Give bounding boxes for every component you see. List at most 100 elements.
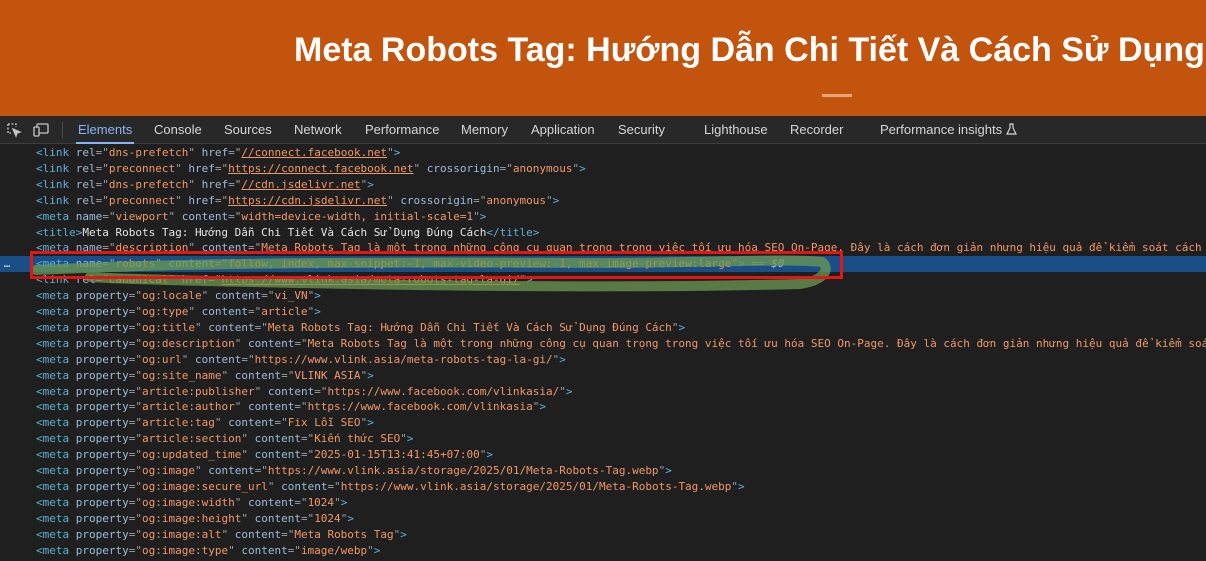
code-token: rel (75, 193, 96, 207)
code-token: " (546, 193, 553, 207)
code-token: <meta (36, 511, 76, 525)
code-token: <meta (36, 416, 76, 430)
code-token: =" (214, 161, 229, 175)
code-token: Meta Robots Tag: Hướng Dẫn Chi Tiết Và C… (82, 225, 487, 239)
code-token: =" (128, 336, 142, 350)
code-token: image/webp (300, 543, 368, 557)
code-token: Meta Robots Tag: Hướng Dẫn Chi Tiết Và C… (267, 320, 672, 334)
highlight-box (30, 251, 843, 279)
code-token: content (234, 368, 282, 382)
more-options-icon[interactable]: … (0, 256, 14, 272)
code-token: property (75, 336, 129, 350)
inspect-element-icon[interactable] (6, 122, 22, 138)
devtools-toolbar: Elements Console Sources Network Perform… (0, 116, 1206, 144)
code-token: =" (254, 464, 268, 477)
tab-lighthouse[interactable]: Lighthouse (704, 116, 768, 143)
code-token: =" (294, 336, 308, 350)
code-token: =" (128, 352, 142, 366)
tab-performance[interactable]: Performance (365, 116, 439, 143)
code-token: og:site_name (141, 368, 222, 382)
code-token: =" (228, 177, 242, 191)
dom-node[interactable]: <link rel="preconnect" href="https://con… (0, 161, 1206, 177)
code-token: =" (95, 161, 109, 175)
code-token: content (247, 495, 295, 509)
tab-memory[interactable]: Memory (461, 116, 508, 143)
dom-node[interactable]: <meta property="og:url" content="https:/… (0, 352, 1206, 368)
code-token: https://connect.facebook.net (228, 161, 414, 175)
code-token: > (479, 209, 487, 223)
tab-elements[interactable]: Elements (75, 116, 135, 144)
code-token: og:title (141, 320, 195, 334)
dom-node[interactable]: <meta name="viewport" content="width=dev… (0, 209, 1206, 225)
code-token: " (413, 161, 427, 175)
dom-node[interactable]: <meta property="og:image:alt" content="M… (0, 527, 1206, 543)
code-token: > (579, 161, 586, 175)
code-token: =" (128, 320, 142, 334)
code-token: property (75, 448, 129, 462)
code-token: " (214, 416, 229, 430)
dom-node[interactable]: <meta property="article:author" content=… (0, 399, 1206, 415)
code-token: property (75, 384, 129, 398)
code-token: > (340, 495, 348, 509)
code-token: " (221, 527, 235, 541)
code-token: og:locale (141, 289, 202, 303)
tab-sources[interactable]: Sources (224, 116, 272, 143)
dom-node[interactable]: <link rel="preconnect" href="https://cdn… (0, 193, 1206, 209)
code-token: > (314, 305, 321, 318)
dom-node[interactable]: <meta property="og:image:height" content… (0, 511, 1206, 527)
code-token: > (373, 543, 381, 557)
code-token: property (75, 527, 129, 541)
dom-node[interactable]: <meta property="og:updated_time" content… (0, 447, 1206, 463)
tab-console[interactable]: Console (154, 116, 202, 143)
code-token: " (175, 193, 189, 207)
code-token: https://www.vlink.asia/meta-robots-tag-l… (254, 352, 553, 366)
toolbar-separator (62, 122, 63, 138)
code-token: rel (75, 161, 96, 175)
dom-node[interactable]: <meta property="og:title" content="Meta … (0, 320, 1206, 336)
dom-node[interactable]: <title>Meta Robots Tag: Hướng Dẫn Chi Ti… (0, 225, 1206, 241)
code-token: =" (228, 146, 242, 159)
code-token: <meta (36, 400, 76, 414)
code-token: og:image:alt (141, 527, 222, 541)
dom-node[interactable]: <meta property="og:image:secure_url" con… (0, 479, 1206, 495)
dom-node[interactable]: <meta property="article:tag" content="Fi… (0, 415, 1206, 431)
code-token: " (254, 384, 268, 398)
device-toolbar-icon[interactable] (33, 122, 49, 138)
tab-network[interactable]: Network (294, 116, 342, 143)
code-token: =" (294, 400, 308, 414)
dom-node[interactable]: <meta property="article:publisher" conte… (0, 384, 1206, 400)
code-token: " (234, 336, 248, 350)
tab-performance-insights[interactable]: Performance insights (880, 116, 1018, 143)
dom-node[interactable]: <meta property="og:description" content=… (0, 336, 1206, 352)
code-token: content (194, 352, 242, 366)
code-token: property (75, 495, 129, 509)
code-token: dns-prefetch (108, 177, 189, 191)
title-divider (822, 94, 852, 97)
tab-security[interactable]: Security (618, 116, 665, 143)
dom-node[interactable]: <meta property="article:section" content… (0, 431, 1206, 447)
tab-application[interactable]: Application (531, 116, 595, 143)
dom-node[interactable]: <meta property="og:site_name" content="V… (0, 368, 1206, 384)
tab-recorder[interactable]: Recorder (790, 116, 843, 143)
code-token: " (188, 305, 202, 318)
dom-node[interactable]: <meta property="og:image:width" content=… (0, 495, 1206, 511)
dom-node[interactable]: <meta property="og:image:type" content="… (0, 543, 1206, 559)
code-token: property (75, 305, 129, 318)
code-token: " (194, 320, 209, 334)
code-token: content (208, 464, 255, 477)
code-token: =" (128, 464, 142, 477)
dom-node[interactable]: <link rel="dns-prefetch" href="//cdn.jsd… (0, 177, 1206, 193)
code-token: article:author (141, 400, 235, 414)
code-token: rel (75, 177, 96, 191)
code-token: </title> (486, 225, 540, 239)
code-token: =" (128, 448, 142, 462)
code-token: href (201, 146, 229, 159)
code-token: =" (128, 543, 142, 557)
code-token: href (188, 193, 215, 207)
dom-node[interactable]: <meta property="og:locale" content="vi_V… (0, 288, 1206, 304)
code-token: =" (281, 527, 295, 541)
dom-node[interactable]: <meta property="og:type" content="articl… (0, 304, 1206, 320)
dom-node[interactable]: <meta property="og:image" content="https… (0, 463, 1206, 479)
code-token: Fix Lỗi SEO (287, 416, 361, 430)
dom-node[interactable]: <link rel="dns-prefetch" href="//connect… (0, 145, 1206, 161)
